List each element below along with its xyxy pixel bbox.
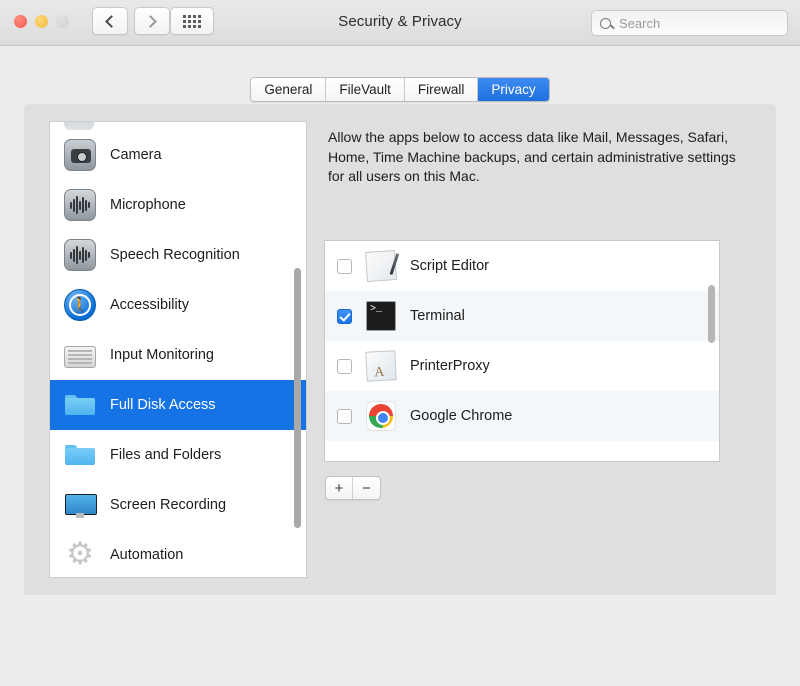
search-placeholder: Search [619,15,661,31]
folder-icon [64,439,96,471]
table-row[interactable]: Google Chrome [325,391,719,441]
sidebar-item-full-disk-access[interactable]: Full Disk Access [50,380,306,430]
sidebar-item-label: Accessibility [110,297,189,313]
keyboard-icon [64,346,96,368]
sidebar-item-files-and-folders[interactable]: Files and Folders [50,430,306,480]
sidebar-item-input-monitoring[interactable]: Input Monitoring [50,330,306,380]
speech-waveform-icon [64,239,96,271]
sidebar-item-label: Microphone [110,197,186,213]
table-row[interactable]: >_ Terminal [325,291,719,341]
sidebar-item-automation[interactable]: Automation [50,530,306,577]
privacy-panel: Camera Microphone Speech Recognition 🚶 A… [24,104,776,595]
sidebar-item-accessibility[interactable]: Accessibility [50,280,306,330]
search-field[interactable]: Search [591,10,788,36]
search-icon [600,17,611,29]
sidebar-item-camera[interactable]: Camera [50,130,306,180]
google-chrome-icon [366,401,396,431]
remove-app-button[interactable]: − [353,477,380,499]
tab-privacy[interactable]: Privacy [478,78,549,101]
app-name: Google Chrome [410,408,513,424]
table-row[interactable]: PrinterProxy [325,341,719,391]
sidebar-item-screen-recording[interactable]: Screen Recording [50,480,306,530]
table-row[interactable]: Script Editor [325,241,719,291]
sidebar-item-label: Speech Recognition [110,247,240,263]
tab-filevault[interactable]: FileVault [326,78,405,101]
sidebar-item-label: Full Disk Access [110,397,216,413]
tab-firewall[interactable]: Firewall [404,78,479,101]
sidebar-scrollbar[interactable] [294,268,301,528]
privacy-description: Allow the apps below to access data like… [328,129,736,184]
microphone-waveform-icon [64,189,96,221]
add-remove-button-group: + − [325,476,381,500]
app-checkbox[interactable] [337,408,352,424]
app-checkbox[interactable] [337,258,352,274]
scrolled-off-item-stub [50,122,306,130]
accessibility-icon [64,289,96,321]
footer: Click the lock to prevent further change… [0,596,800,686]
sidebar-item-label: Input Monitoring [110,347,214,363]
tab-bar: General FileVault Firewall Privacy [0,77,800,102]
sidebar-item-label: Automation [110,547,184,563]
display-icon [64,489,97,521]
tab-general[interactable]: General [251,78,327,101]
sidebar-item-label: Files and Folders [110,447,222,463]
app-list-scrollbar[interactable] [708,285,715,343]
sidebar-item-label: Screen Recording [110,497,227,513]
app-name: Terminal [410,308,465,324]
sidebar-item-microphone[interactable]: Microphone [50,180,306,230]
app-name: PrinterProxy [410,358,490,374]
camera-icon [64,139,96,171]
terminal-icon: >_ [366,301,396,331]
script-editor-icon [364,249,398,283]
app-checkbox[interactable] [337,308,352,324]
sidebar-item-speech-recognition[interactable]: Speech Recognition [50,230,306,280]
titlebar: Security & Privacy Search [0,0,800,46]
folder-icon [64,389,96,421]
app-permission-list[interactable]: Script Editor >_ Terminal PrinterProxy G… [324,240,720,462]
add-app-button[interactable]: + [326,477,353,499]
gear-icon [64,535,96,573]
sidebar-item-label: Camera [110,147,162,163]
privacy-category-list[interactable]: Camera Microphone Speech Recognition 🚶 A… [49,121,307,578]
printerproxy-icon [365,350,397,382]
app-name: Script Editor [410,258,489,274]
security-privacy-window: Security & Privacy Search General FileVa… [0,0,800,686]
app-checkbox[interactable] [337,358,352,374]
privacy-detail-pane: Allow the apps below to access data like… [320,121,751,578]
